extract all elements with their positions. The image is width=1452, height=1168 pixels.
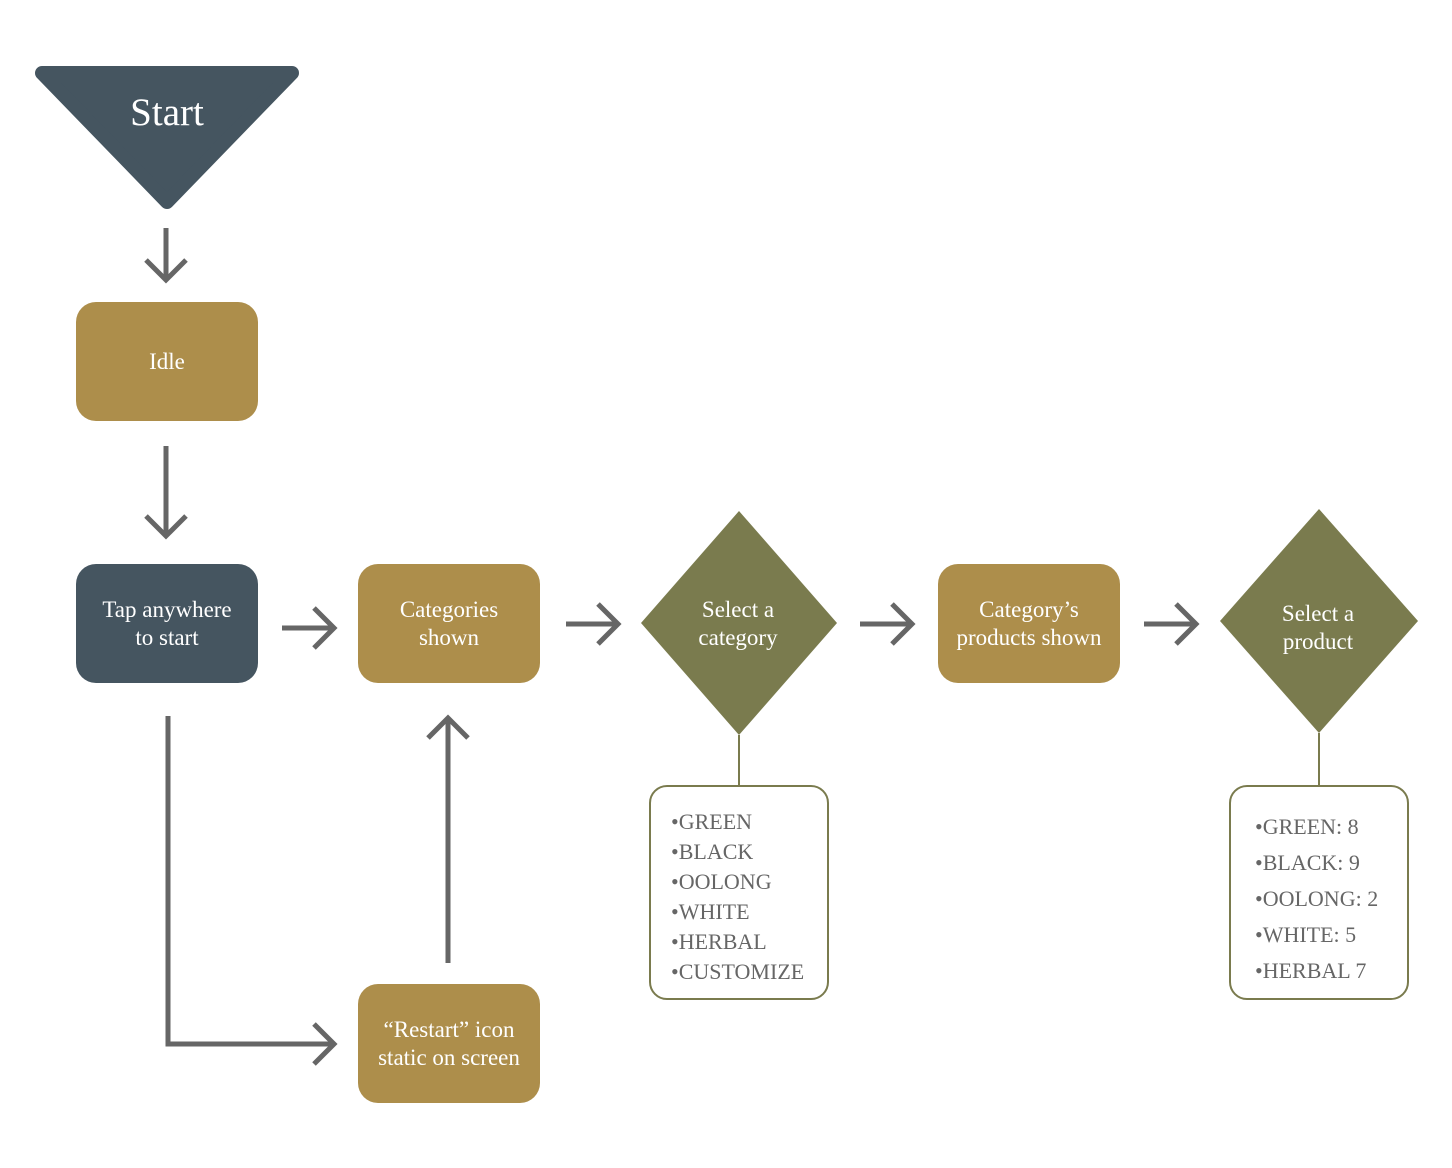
arrow-restart-to-categories — [426, 714, 470, 963]
select-category-line2: category — [698, 625, 778, 650]
select-product-label: Select a product — [1282, 600, 1354, 656]
arrow-categories-to-select — [566, 602, 622, 646]
products-shown-node: Category’s products shown — [938, 564, 1120, 683]
arrow-tap-to-restart — [165, 716, 338, 1066]
categories-shown-node: Categories shown — [358, 564, 540, 683]
restart-label-line1: “Restart” icon — [383, 1016, 515, 1042]
category-item: •WHITE — [671, 899, 750, 924]
category-item: •CUSTOMIZE — [671, 959, 805, 984]
select-product-line2: product — [1282, 629, 1354, 654]
arrow-products-to-select-product — [1144, 602, 1200, 646]
category-item: •GREEN — [671, 809, 753, 834]
product-item: •HERBAL 7 — [1255, 958, 1367, 983]
tap-label-line2: to start — [135, 624, 199, 650]
categories-label-line1: Categories — [399, 596, 499, 622]
product-list-box: •GREEN: 8 •BLACK: 9 •OOLONG: 2 •WHITE: 5… — [1229, 785, 1409, 1000]
arrow-idle-to-tap — [144, 446, 188, 540]
select-product-line1: Select a — [1281, 601, 1355, 626]
select-category-line1: Select a — [701, 597, 775, 622]
product-item: •GREEN: 8 — [1255, 814, 1359, 839]
arrow-start-to-idle — [144, 228, 188, 284]
tap-label-line1: Tap anywhere — [102, 596, 232, 622]
start-node-label: Start — [130, 91, 204, 134]
category-list-box: •GREEN •BLACK •OOLONG •WHITE •HERBAL •CU… — [649, 785, 829, 1000]
product-item: •WHITE: 5 — [1255, 922, 1357, 947]
arrow-tap-to-categories — [282, 606, 338, 650]
idle-node: Idle — [76, 302, 258, 421]
products-label-line1: Category’s — [979, 596, 1079, 622]
product-item: •OOLONG: 2 — [1255, 886, 1379, 911]
products-label-line2: products shown — [956, 624, 1102, 650]
restart-icon-node: “Restart” icon static on screen — [358, 984, 540, 1103]
product-item: •BLACK: 9 — [1255, 850, 1360, 875]
tap-to-start-node: Tap anywhere to start — [76, 564, 258, 683]
category-item: •BLACK — [671, 839, 754, 864]
idle-label: Idle — [149, 348, 185, 374]
select-category-label: Select a category — [698, 596, 777, 652]
categories-label-line2: shown — [418, 624, 480, 650]
category-item: •OOLONG — [671, 869, 772, 894]
category-item: •HERBAL — [671, 929, 767, 954]
arrow-select-to-products — [860, 602, 916, 646]
restart-label-line2: static on screen — [378, 1044, 520, 1070]
